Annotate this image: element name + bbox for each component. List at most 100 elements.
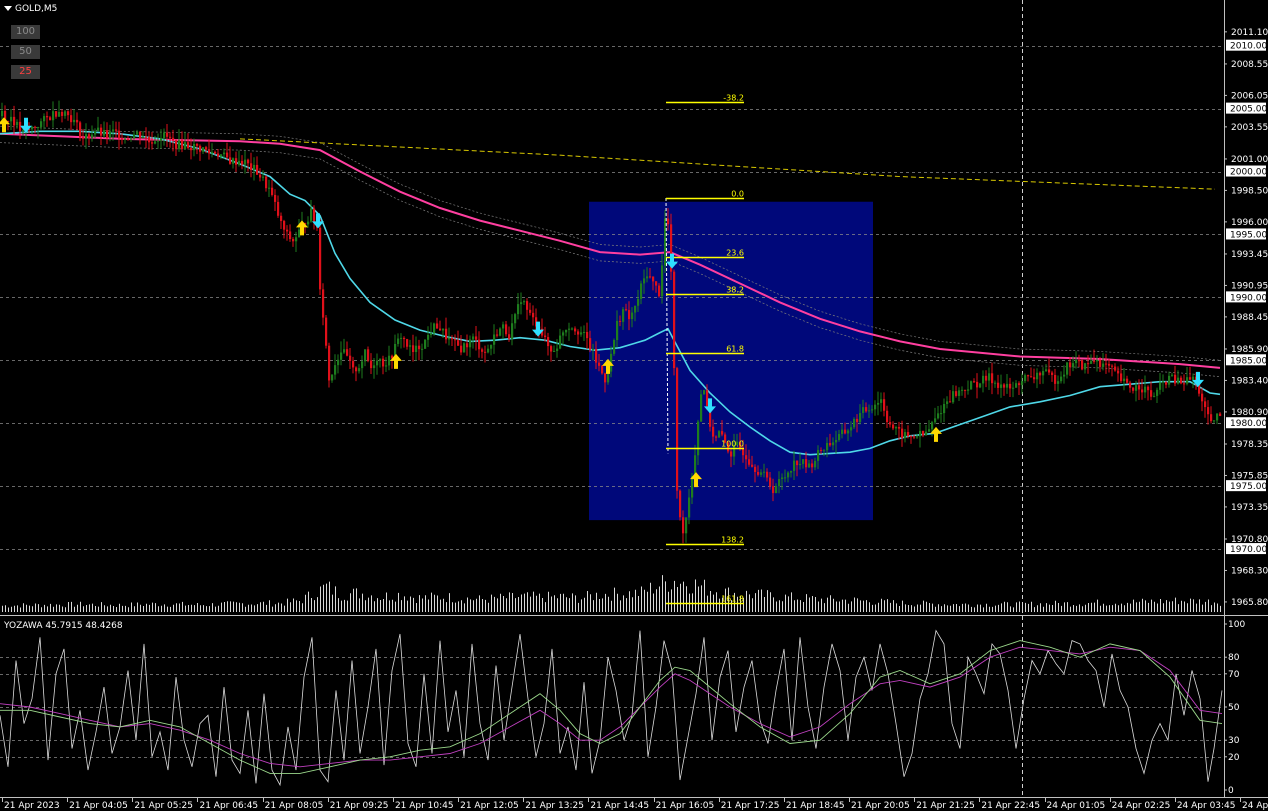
candle-body xyxy=(1096,359,1099,362)
candle-body xyxy=(1138,385,1141,390)
time-tick-label: 21 Apr 2023 xyxy=(4,801,60,811)
candle-body xyxy=(250,163,253,171)
candle-body xyxy=(442,328,445,331)
candle-body xyxy=(934,418,937,423)
candle-body xyxy=(37,126,40,128)
candle-body xyxy=(1216,413,1219,421)
candle-body xyxy=(487,348,490,353)
candle-body xyxy=(124,138,127,140)
candle-body xyxy=(508,334,511,339)
candle-body xyxy=(511,323,514,339)
candle-body xyxy=(334,365,337,375)
candle-body xyxy=(682,517,685,534)
candle-body xyxy=(169,136,172,138)
candle-body xyxy=(433,323,436,334)
candle-body xyxy=(466,343,469,348)
candle-body xyxy=(949,401,952,403)
candle-body xyxy=(652,276,655,282)
fib-level-label: 0.0 xyxy=(731,190,744,199)
candle-body xyxy=(649,276,652,278)
candle-body xyxy=(196,143,199,146)
candle-body xyxy=(577,331,580,335)
candle-body xyxy=(97,127,100,132)
candle-body xyxy=(484,351,487,353)
level-button-50[interactable]: 50 xyxy=(11,45,40,59)
candle-body xyxy=(853,418,856,428)
candle-body xyxy=(145,136,148,138)
candle-body xyxy=(895,426,898,429)
candle-body xyxy=(34,126,37,128)
candle-body xyxy=(883,399,886,411)
candle-body xyxy=(31,126,34,130)
candle-body xyxy=(925,431,928,436)
candle-body xyxy=(856,418,859,423)
candle-body xyxy=(712,426,715,437)
candle-body xyxy=(964,389,967,391)
candle-body xyxy=(112,129,115,132)
candle-body xyxy=(400,337,403,339)
candle-body xyxy=(58,111,61,117)
osc-tick-label: 70 xyxy=(1228,670,1240,680)
candle-body xyxy=(430,333,433,335)
candle-body xyxy=(481,349,484,352)
candle-body xyxy=(259,174,262,178)
candle-body xyxy=(1108,363,1111,366)
candle-body xyxy=(82,137,85,139)
candle-body xyxy=(106,130,109,138)
candle-body xyxy=(64,111,67,116)
candle-body xyxy=(865,407,868,412)
candle-body xyxy=(553,350,556,352)
candle-body xyxy=(772,486,775,494)
candle-body xyxy=(154,141,157,144)
level-button-100[interactable]: 100 xyxy=(11,25,40,39)
price-tick-label: 1985.90 xyxy=(1231,345,1268,355)
candle-body xyxy=(1174,374,1177,384)
candle-body xyxy=(703,390,706,395)
dropdown-triangle-icon xyxy=(4,6,12,11)
candle-body xyxy=(103,130,106,136)
candle-body xyxy=(310,208,313,222)
candle-body xyxy=(901,428,904,439)
candle-body xyxy=(793,460,796,471)
level-button-label: 100 xyxy=(15,26,36,37)
candle-body xyxy=(766,471,769,478)
candle-body xyxy=(787,472,790,478)
oscillator-line xyxy=(0,640,1223,774)
candle-body xyxy=(871,409,874,411)
candle-body xyxy=(61,111,64,116)
candle-body xyxy=(1219,413,1222,416)
candle-body xyxy=(247,159,250,164)
candle-body xyxy=(505,324,508,335)
candle-body xyxy=(229,157,232,164)
candle-body xyxy=(1114,366,1117,371)
candle-body xyxy=(346,349,349,356)
candle-body xyxy=(796,460,799,466)
candle-body xyxy=(532,312,535,318)
candle-body xyxy=(385,365,388,367)
candle-body xyxy=(121,138,124,140)
candle-body xyxy=(544,335,547,338)
candle-body xyxy=(1000,384,1003,388)
candle-body xyxy=(415,345,418,353)
candle-body xyxy=(874,404,877,410)
candle-body xyxy=(1156,389,1159,396)
candle-body xyxy=(349,355,352,361)
candle-body xyxy=(352,360,355,368)
price-level-box-label: 1975.00 xyxy=(1230,482,1267,492)
candle-body xyxy=(1123,378,1126,382)
candle-body xyxy=(157,140,160,142)
candle-body xyxy=(655,281,658,286)
candle-body xyxy=(1030,376,1033,378)
candle-body xyxy=(460,345,463,353)
candle-body xyxy=(211,151,214,154)
candle-body xyxy=(922,430,925,436)
level-button-25[interactable]: 25 xyxy=(11,65,40,79)
symbol-label[interactable]: GOLD,M5 xyxy=(4,4,57,14)
candle-body xyxy=(478,339,481,350)
candle-body xyxy=(436,323,439,329)
candle-body xyxy=(319,227,322,290)
candle-body xyxy=(1120,373,1123,382)
candle-body xyxy=(424,339,427,349)
candle-body xyxy=(1162,381,1165,383)
candle-body xyxy=(1045,369,1048,372)
